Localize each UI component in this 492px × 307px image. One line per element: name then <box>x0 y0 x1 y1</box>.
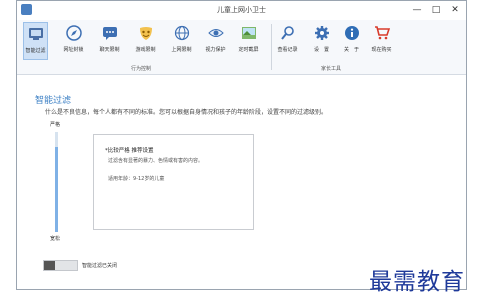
card-title: *比较严格 推荐设置 <box>105 148 154 154</box>
tool-label: 定时截屏 <box>238 47 259 53</box>
tool-view-log[interactable]: 查看记录 <box>275 22 300 60</box>
tool-label: 智能过滤 <box>25 48 46 54</box>
tool-smart-filter[interactable]: 智能过滤 <box>23 22 48 60</box>
group-label-parent-tools: 家长工具 <box>321 66 342 72</box>
level-info-card: *比较严格 推荐设置 过滤含有显著的暴力、色情或有害的内容。 适用年龄：9-12… <box>93 134 254 230</box>
watermark: 最需教育 <box>369 269 465 295</box>
filter-icon <box>27 25 45 43</box>
eye-icon <box>207 24 225 42</box>
tool-buy-now[interactable]: 现在购买 <box>369 22 394 60</box>
tool-about[interactable]: 关 于 <box>339 22 364 60</box>
tool-settings[interactable]: 设 置 <box>309 22 334 60</box>
compass-icon <box>65 24 83 42</box>
page-title: 智能过滤 <box>35 96 72 106</box>
tool-internet-limit[interactable]: 上网限制 <box>169 22 194 60</box>
main-panel: 智能过滤 什么是不良信息，每个人都有不同的标准。您可以根据自身情况和孩子的年龄阶… <box>17 76 466 291</box>
description-text: 什么是不良信息，每个人都有不同的标准。您可以根据自身情况和孩子的年龄阶段，设置不… <box>45 109 328 116</box>
maximize-button[interactable]: □ <box>427 3 445 17</box>
filter-level-slider[interactable] <box>55 132 58 232</box>
group-divider <box>271 24 272 70</box>
app-window: 儿童上网小卫士 — □ ✕ 智能过滤 网址封锁 聊天限制 游戏限制 上网限制 视… <box>16 0 467 290</box>
level-top-label: 严格 <box>50 122 61 128</box>
card-description: 过滤含有显著的暴力、色情或有害的内容。 <box>108 158 204 164</box>
tool-label: 关 于 <box>343 47 359 53</box>
filter-toggle[interactable] <box>43 260 78 271</box>
close-button[interactable]: ✕ <box>446 3 464 17</box>
tool-label: 上网限制 <box>171 47 192 53</box>
tool-label: 查看记录 <box>277 47 298 53</box>
picture-icon <box>240 24 258 42</box>
search-icon <box>279 24 297 42</box>
tool-label: 网址封锁 <box>63 47 84 53</box>
globe-icon <box>173 24 191 42</box>
toggle-knob <box>44 261 55 270</box>
slider-fill <box>55 147 58 232</box>
tool-url-block[interactable]: 网址封锁 <box>61 22 86 60</box>
tool-eye-protect[interactable]: 视力保护 <box>203 22 228 60</box>
mask-icon <box>137 24 155 42</box>
tool-game-limit[interactable]: 游戏限制 <box>133 22 158 60</box>
window-title: 儿童上网小卫士 <box>217 6 266 14</box>
level-bottom-label: 宽松 <box>50 236 61 242</box>
tool-chat-limit[interactable]: 聊天限制 <box>97 22 122 60</box>
toolbar: 智能过滤 网址封锁 聊天限制 游戏限制 上网限制 视力保护 定时截屏 查看记录 … <box>17 20 466 75</box>
tool-label: 现在购买 <box>371 47 392 53</box>
tool-label: 视力保护 <box>205 47 226 53</box>
tool-label: 聊天限制 <box>99 47 120 53</box>
tool-screenshot[interactable]: 定时截屏 <box>236 22 261 60</box>
tool-label: 游戏限制 <box>135 47 156 53</box>
filter-status-label: 智能过滤已关闭 <box>82 263 118 269</box>
minimize-button[interactable]: — <box>408 3 426 17</box>
tool-label: 设 置 <box>313 47 329 53</box>
info-icon <box>343 24 361 42</box>
gear-icon <box>313 24 331 42</box>
title-bar: 儿童上网小卫士 — □ ✕ <box>17 1 466 20</box>
chat-icon <box>101 24 119 42</box>
group-label-behavior: 行为控制 <box>131 66 152 72</box>
cart-icon <box>373 24 391 42</box>
card-age-range: 适用年龄：9-12岁的儿童 <box>108 176 165 182</box>
